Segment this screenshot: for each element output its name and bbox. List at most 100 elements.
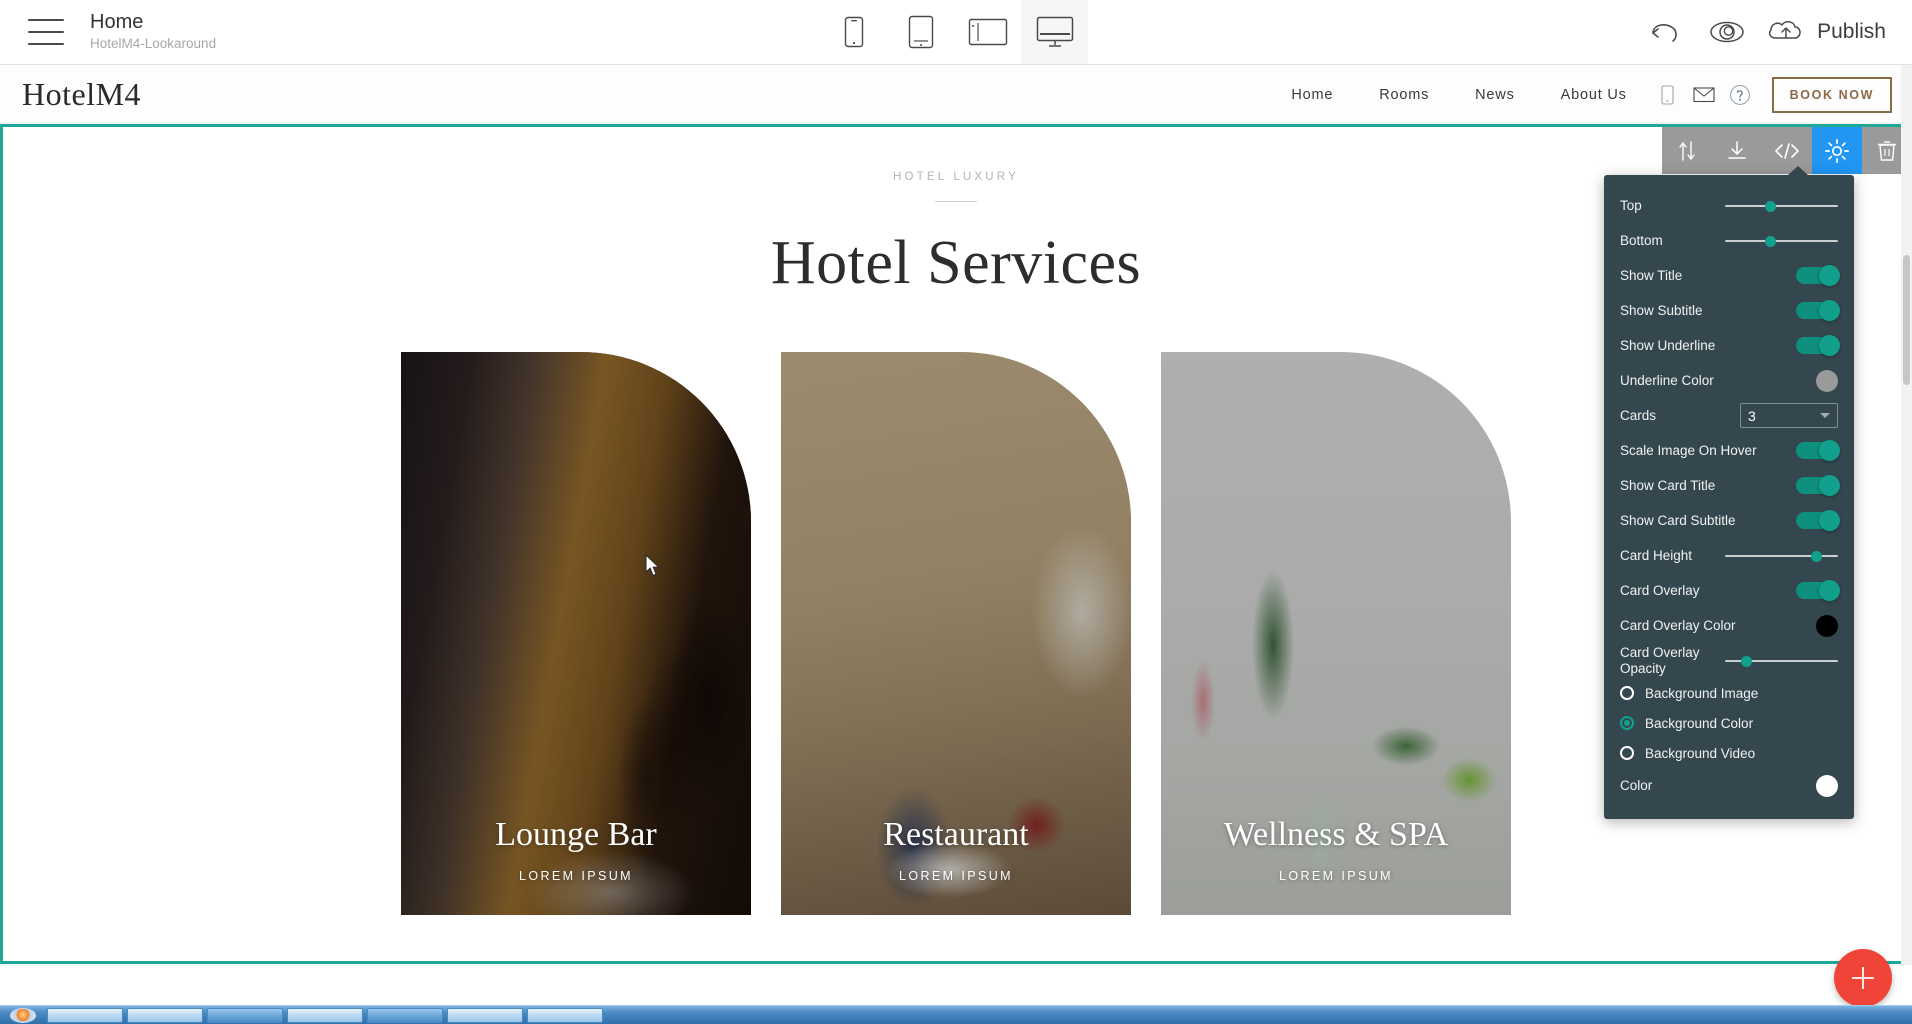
setting-card-height: Card Height [1604, 538, 1854, 573]
section-underline [935, 201, 977, 202]
save-block-button[interactable] [1712, 127, 1762, 174]
setting-label: Color [1620, 778, 1653, 793]
canvas-scrollbar[interactable] [1901, 65, 1912, 965]
show-card-subtitle-toggle[interactable] [1796, 510, 1840, 531]
card-wellness-spa[interactable]: Wellness & SPA LOREM IPSUM [1161, 352, 1511, 915]
background-color-label: Background Color [1645, 715, 1754, 731]
book-now-button[interactable]: BOOK NOW [1771, 76, 1892, 113]
section-settings-button[interactable] [1812, 127, 1862, 174]
slider-knob[interactable] [1741, 655, 1752, 667]
os-taskbar [0, 1005, 1912, 1024]
toggle-knob [1819, 580, 1840, 601]
taskbar-item[interactable] [207, 1007, 283, 1023]
editor-window: Home HotelM4-Lookaround Publish HotelM4 … [0, 0, 1912, 1024]
move-section-button[interactable] [1662, 127, 1712, 174]
card-title: Lounge Bar [495, 816, 657, 853]
page-meta: Home HotelM4-Lookaround [90, 11, 216, 53]
site-nav-right: Home Rooms News About Us BOOK NOW [1268, 65, 1892, 124]
taskbar-item[interactable] [527, 1007, 603, 1023]
envelope-icon[interactable] [1686, 65, 1722, 124]
card-title: Wellness & SPA [1223, 816, 1449, 853]
toggle-knob [1819, 265, 1840, 286]
help-question-icon[interactable] [1722, 65, 1758, 124]
scale-image-on-hover-toggle[interactable] [1796, 440, 1840, 461]
setting-show-subtitle: Show Subtitle [1604, 293, 1854, 328]
taskbar-item[interactable] [447, 1007, 523, 1023]
card-restaurant[interactable]: Restaurant LOREM IPSUM [781, 352, 1131, 915]
background-video-label: Background Video [1645, 745, 1756, 761]
nav-link-news[interactable]: News [1452, 87, 1537, 103]
setting-show-card-title: Show Card Title [1604, 468, 1854, 503]
phone-icon[interactable] [1650, 65, 1686, 124]
bottom-padding-slider[interactable] [1725, 232, 1838, 250]
nav-link-rooms[interactable]: Rooms [1356, 87, 1452, 103]
show-subtitle-toggle[interactable] [1796, 300, 1840, 321]
show-title-toggle[interactable] [1796, 265, 1840, 286]
section-settings-panel[interactable]: Top Bottom Show Title Show Subtitle Show… [1604, 166, 1854, 819]
card-text: Restaurant LOREM IPSUM [781, 815, 1131, 883]
slider-knob[interactable] [1765, 235, 1776, 247]
card-lounge-bar[interactable]: Lounge Bar LOREM IPSUM [401, 352, 751, 915]
cards-count-value: 3 [1748, 407, 1756, 424]
site-brand[interactable]: HotelM4 [22, 76, 141, 113]
background-video-radio-row[interactable]: Background Video [1604, 738, 1854, 768]
slider-knob[interactable] [1811, 550, 1822, 562]
setting-label: Card Overlay Opacity [1620, 644, 1700, 676]
taskbar-item[interactable] [127, 1007, 203, 1023]
undo-arrow-icon[interactable] [1634, 0, 1696, 64]
card-height-slider[interactable] [1725, 547, 1838, 565]
setting-label: Show Card Subtitle [1620, 513, 1736, 528]
setting-label: Card Overlay Color [1620, 618, 1736, 633]
taskbar-item[interactable] [367, 1007, 443, 1023]
cards-count-select[interactable]: 3 [1740, 403, 1838, 428]
device-mobile-button[interactable] [820, 0, 887, 64]
hamburger-icon[interactable] [28, 19, 64, 45]
device-preview-group [820, 0, 1088, 64]
section-toolbar [1662, 127, 1912, 174]
slider-track [1725, 239, 1838, 242]
setting-card-overlay: Card Overlay [1604, 573, 1854, 608]
card-overlay-toggle[interactable] [1796, 580, 1840, 601]
taskbar-item[interactable] [47, 1007, 123, 1023]
page-title: Home [90, 11, 144, 33]
toggle-knob [1819, 300, 1840, 321]
toggle-knob [1819, 475, 1840, 496]
toggle-knob [1819, 510, 1840, 531]
setting-label: Top [1620, 198, 1642, 213]
eye-icon[interactable] [1696, 0, 1758, 64]
card-overlay-opacity-slider[interactable] [1725, 652, 1838, 670]
background-image-radio-row[interactable]: Background Image [1604, 678, 1854, 708]
device-tablet-button[interactable] [887, 0, 954, 64]
underline-color-swatch[interactable] [1816, 369, 1838, 392]
site-navbar[interactable]: HotelM4 Home Rooms News About Us BOOK NO… [0, 65, 1912, 124]
setting-label: Underline Color [1620, 373, 1714, 388]
background-color-swatch[interactable] [1816, 774, 1838, 797]
setting-bottom: Bottom [1604, 223, 1854, 258]
background-color-radio-row[interactable]: Background Color [1604, 708, 1854, 738]
nav-link-about-us[interactable]: About Us [1538, 87, 1650, 103]
setting-top: Top [1604, 188, 1854, 223]
setting-label: Card Overlay [1620, 583, 1700, 598]
start-button[interactable] [3, 1006, 43, 1024]
device-desktop-button[interactable] [1021, 0, 1088, 64]
chevron-down-icon [1820, 413, 1830, 418]
radio-unselected-icon [1620, 686, 1634, 700]
slider-knob[interactable] [1765, 200, 1776, 212]
publish-label: Publish [1817, 20, 1886, 43]
card-overlay-color-swatch[interactable] [1816, 614, 1838, 637]
card-text: Lounge Bar LOREM IPSUM [401, 815, 751, 883]
setting-show-card-subtitle: Show Card Subtitle [1604, 503, 1854, 538]
show-underline-toggle[interactable] [1796, 335, 1840, 356]
device-tablet-landscape-button[interactable] [954, 0, 1021, 64]
taskbar-item[interactable] [287, 1007, 363, 1023]
scrollbar-thumb[interactable] [1903, 255, 1910, 385]
setting-label: Show Title [1620, 268, 1683, 283]
publish-button[interactable]: Publish [1758, 0, 1886, 64]
show-card-title-toggle[interactable] [1796, 475, 1840, 496]
topbar-actions: Publish [1634, 0, 1886, 64]
card-subtitle: LOREM IPSUM [519, 869, 633, 883]
add-block-button[interactable] [1834, 949, 1892, 1007]
nav-link-home[interactable]: Home [1268, 87, 1356, 103]
slider-track [1725, 204, 1838, 207]
top-padding-slider[interactable] [1725, 197, 1838, 215]
